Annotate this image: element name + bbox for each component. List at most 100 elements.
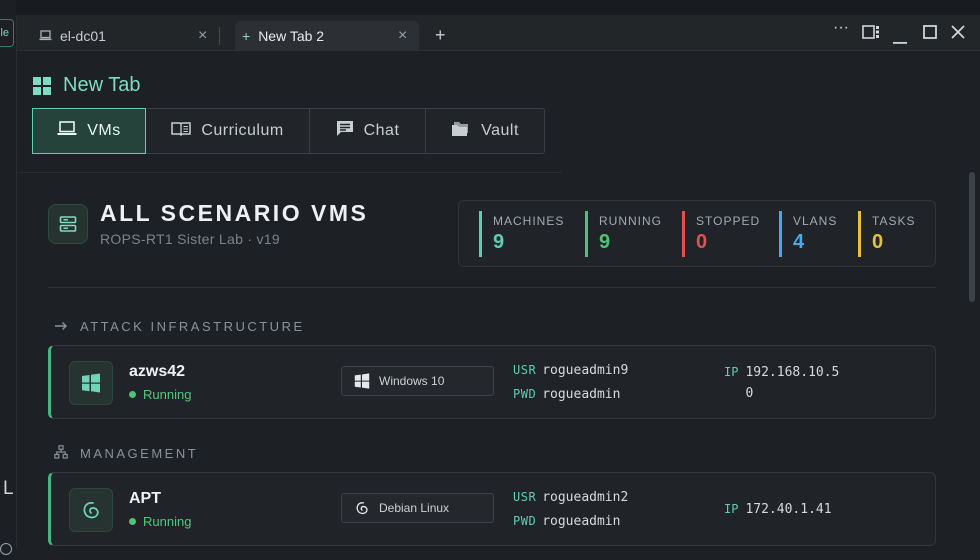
- os-badge: Windows 10: [341, 366, 494, 396]
- stat-stopped: STOPPED 0: [682, 201, 779, 268]
- status-dot: [129, 391, 136, 398]
- stat-tasks: TASKS 0: [858, 201, 928, 268]
- background-panel: [0, 0, 16, 560]
- folder-icon: [451, 121, 471, 142]
- vm-password[interactable]: PWD rogueadmin: [513, 514, 620, 529]
- close-window-icon[interactable]: [951, 25, 965, 44]
- os-badge: Debian Linux: [341, 493, 494, 523]
- stat-value: 4: [793, 231, 805, 253]
- windows-icon: [354, 373, 370, 389]
- vm-username[interactable]: USR rogueadmin9: [513, 363, 628, 378]
- status-dot: [129, 518, 136, 525]
- stat-label: RUNNING: [599, 214, 662, 228]
- vm-password[interactable]: PWD rogueadmin: [513, 387, 620, 402]
- tab-label: New Tab 2: [258, 28, 325, 44]
- page-title: New Tab: [33, 74, 140, 97]
- stats-panel: MACHINES 9 RUNNING 9 STOPPED 0 VLANS 4 T…: [458, 200, 936, 267]
- tab-label: Chat: [363, 122, 400, 139]
- stat-value: 0: [696, 231, 708, 253]
- chat-icon: [336, 120, 354, 142]
- globe-icon: [0, 543, 12, 555]
- tab-el-dc01[interactable]: el-dc01 ×: [33, 21, 213, 51]
- section-title: MANAGEMENT: [80, 446, 199, 461]
- ip-value: 172.40.1.41: [745, 502, 832, 517]
- background-taskbar: [16, 548, 980, 560]
- browser-window: el-dc01 × + New Tab 2 × + ··· New Tab VM…: [16, 15, 980, 548]
- stat-value: 9: [493, 231, 505, 253]
- server-icon: [48, 203, 88, 244]
- divider: [17, 172, 562, 173]
- book-icon: [171, 121, 192, 141]
- section-management: MANAGEMENT: [54, 445, 198, 462]
- vm-status-text: Running: [143, 514, 192, 529]
- stat-value: 0: [872, 231, 884, 253]
- vm-ip[interactable]: IP 172.40.1.41: [724, 499, 845, 520]
- nav-tabs: VMs Curriculum Chat Vault: [32, 108, 545, 154]
- arrow-right-icon: [54, 318, 68, 334]
- background-letter: L: [3, 478, 14, 499]
- os-name: Windows 10: [379, 374, 445, 388]
- vm-status: Running: [129, 387, 191, 402]
- tab-bar: el-dc01 × + New Tab 2 × + ···: [17, 15, 980, 51]
- stat-running: RUNNING 9: [585, 201, 682, 268]
- pwd-value: rogueadmin: [542, 387, 621, 402]
- debian-icon: [69, 488, 113, 532]
- stat-vlans: VLANS 4: [779, 201, 858, 268]
- pwd-label: PWD: [513, 387, 537, 401]
- pwd-value: rogueadmin: [542, 514, 621, 529]
- more-options-icon[interactable]: ···: [833, 19, 849, 37]
- ip-label: IP: [724, 502, 739, 516]
- tab-label: Curriculum: [201, 122, 284, 139]
- stat-value: 9: [599, 231, 611, 253]
- close-icon[interactable]: ×: [398, 27, 407, 45]
- scenario-title: ALL SCENARIO VMS: [100, 200, 369, 226]
- scrollbar-thumb[interactable]: [969, 172, 975, 302]
- content-pane: New Tab VMs Curriculum Chat Vault ALL SC…: [17, 52, 967, 548]
- tab-vms[interactable]: VMs: [32, 108, 146, 154]
- scenario-header: ALL SCENARIO VMS ROPS-RT1 Sister Lab · v…: [48, 200, 368, 247]
- stat-label: VLANS: [793, 214, 838, 228]
- vm-name: APT: [129, 490, 161, 507]
- background-tag: ile: [0, 19, 14, 47]
- network-icon: [54, 445, 68, 462]
- vm-name: azws42: [129, 363, 186, 380]
- vm-status: Running: [129, 514, 191, 529]
- usr-label: USR: [513, 363, 537, 377]
- usr-label: USR: [513, 490, 537, 504]
- tab-chat[interactable]: Chat: [310, 109, 426, 153]
- laptop-icon: [39, 28, 52, 44]
- ip-label: IP: [724, 365, 739, 379]
- minimize-icon[interactable]: [893, 31, 907, 49]
- split-view-icon[interactable]: [862, 25, 880, 44]
- tab-vault[interactable]: Vault: [426, 109, 544, 153]
- vm-ip[interactable]: IP 192.168.10.50: [724, 362, 845, 404]
- tab-separator: [219, 27, 220, 45]
- scrollbar[interactable]: [967, 52, 980, 548]
- stat-label: STOPPED: [696, 214, 761, 228]
- tab-label: Vault: [481, 122, 519, 139]
- section-title: ATTACK INFRASTRUCTURE: [80, 318, 305, 334]
- windows-icon: [69, 361, 113, 405]
- tab-new-tab-2[interactable]: + New Tab 2 ×: [235, 21, 419, 51]
- plus-icon: +: [242, 28, 251, 44]
- os-name: Debian Linux: [379, 501, 450, 515]
- vm-card-azws42[interactable]: azws42 Running Windows 10 USR rogueadmin9…: [48, 345, 936, 419]
- close-icon[interactable]: ×: [198, 27, 207, 45]
- vm-username[interactable]: USR rogueadmin2: [513, 490, 628, 505]
- divider: [48, 287, 936, 288]
- new-tab-button[interactable]: +: [435, 25, 446, 46]
- scenario-subtitle: ROPS-RT1 Sister Lab · v19: [100, 231, 280, 247]
- tab-curriculum[interactable]: Curriculum: [146, 109, 310, 153]
- tab-label: VMs: [87, 122, 121, 139]
- dashboard-icon: [33, 76, 51, 95]
- stat-label: MACHINES: [493, 214, 565, 228]
- vm-card-apt[interactable]: APT Running Debian Linux USR rogueadmin2 …: [48, 472, 936, 546]
- pwd-label: PWD: [513, 514, 537, 528]
- laptop-icon: [57, 121, 77, 141]
- ip-value: 192.168.10.50: [745, 365, 840, 401]
- stat-label: TASKS: [872, 214, 916, 228]
- maximize-icon[interactable]: [923, 25, 937, 44]
- usr-value: rogueadmin2: [542, 490, 629, 505]
- page-title-text: New Tab: [63, 74, 141, 96]
- tab-label: el-dc01: [60, 28, 106, 44]
